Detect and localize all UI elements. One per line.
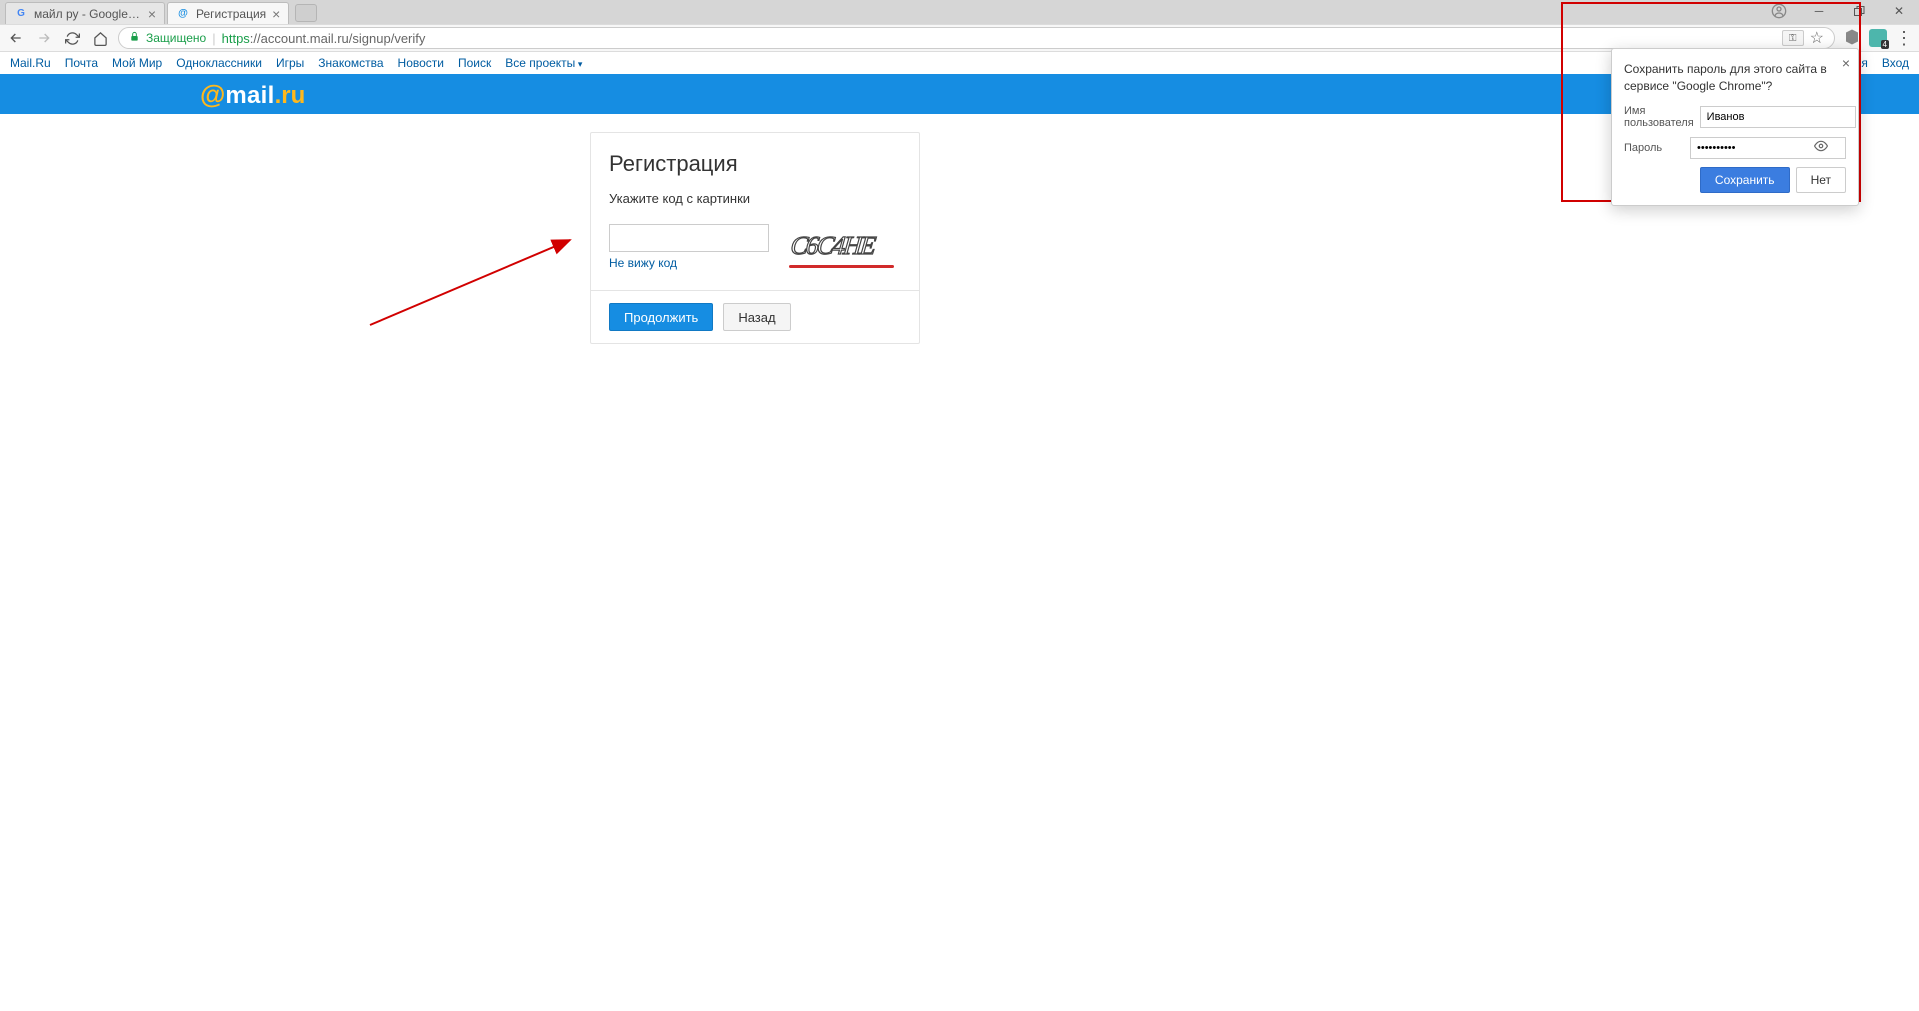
close-icon[interactable]: × <box>148 6 156 22</box>
tab-bar: G майл ру - Google Search × @ Регистраци… <box>0 0 1919 24</box>
back-icon[interactable] <box>6 28 26 48</box>
nav-igry[interactable]: Игры <box>276 56 304 70</box>
eye-icon[interactable] <box>1814 139 1828 156</box>
tab-title: Регистрация <box>196 7 266 21</box>
popup-message: Сохранить пароль для этого сайта в серви… <box>1624 61 1846 95</box>
google-favicon-icon: G <box>14 7 28 21</box>
logo-ru: .ru <box>275 82 306 110</box>
forward-icon <box>34 28 54 48</box>
browser-chrome: G майл ру - Google Search × @ Регистраци… <box>0 0 1919 52</box>
svg-text:C6C4HE: C6C4HE <box>789 231 877 260</box>
no-button[interactable]: Нет <box>1796 167 1846 193</box>
continue-button[interactable]: Продолжить <box>609 303 713 331</box>
minimize-icon[interactable]: ─ <box>1799 0 1839 22</box>
no-code-link[interactable]: Не вижу код <box>609 256 677 270</box>
lock-icon <box>129 31 140 45</box>
save-button[interactable]: Сохранить <box>1700 167 1790 193</box>
logo-mail: mail <box>225 82 274 110</box>
annotation-underline <box>789 265 894 268</box>
nav-mailru[interactable]: Mail.Ru <box>10 56 51 70</box>
mailru-logo[interactable]: @ mail .ru <box>200 79 305 110</box>
tab-google-search[interactable]: G майл ру - Google Search × <box>5 2 165 24</box>
url-field[interactable]: Защищено | https://account.mail.ru/signu… <box>118 27 1835 49</box>
maximize-icon[interactable] <box>1839 0 1879 22</box>
nav-poisk[interactable]: Поиск <box>458 56 491 70</box>
back-button[interactable]: Назад <box>723 303 790 331</box>
username-label: Имя пользователя <box>1624 105 1694 129</box>
nav-novosti[interactable]: Новости <box>398 56 444 70</box>
close-icon[interactable]: × <box>272 6 280 22</box>
bookmark-star-icon[interactable]: ☆ <box>1810 28 1824 48</box>
nav-login[interactable]: Вход <box>1882 56 1909 70</box>
close-icon[interactable]: × <box>1842 55 1850 71</box>
extension-badge-icon[interactable]: 4 <box>1869 29 1887 47</box>
reload-icon[interactable] <box>62 28 82 48</box>
window-controls: ─ ✕ <box>1759 0 1919 22</box>
nav-odnoklassniki[interactable]: Одноклассники <box>176 56 262 70</box>
badge-count: 4 <box>1881 40 1889 49</box>
url-text: https://account.mail.ru/signup/verify <box>222 31 426 46</box>
close-window-icon[interactable]: ✕ <box>1879 0 1919 22</box>
username-input[interactable] <box>1700 106 1856 128</box>
page-title: Регистрация <box>609 151 901 177</box>
save-password-popup: × Сохранить пароль для этого сайта в сер… <box>1611 48 1859 206</box>
subtitle: Укажите код с картинки <box>609 191 901 206</box>
profile-icon[interactable] <box>1759 0 1799 22</box>
secure-label: Защищено <box>146 31 206 45</box>
chrome-menu-icon[interactable]: ⋮ <box>1895 28 1913 49</box>
mailru-favicon-icon: @ <box>176 7 190 21</box>
logo-at-icon: @ <box>200 79 225 110</box>
password-label: Пароль <box>1624 142 1684 154</box>
tab-title: майл ру - Google Search <box>34 7 142 21</box>
nav-moymir[interactable]: Мой Мир <box>112 56 162 70</box>
captcha-input[interactable] <box>609 224 769 252</box>
registration-card: Регистрация Укажите код с картинки Не ви… <box>590 132 920 344</box>
nav-all-projects[interactable]: Все проекты <box>505 56 582 70</box>
nav-znakomstva[interactable]: Знакомства <box>318 56 383 70</box>
new-tab-button[interactable] <box>295 4 317 22</box>
nav-pochta[interactable]: Почта <box>65 56 98 70</box>
tab-registration[interactable]: @ Регистрация × <box>167 2 289 24</box>
extension-icon[interactable] <box>1843 28 1861 49</box>
home-icon[interactable] <box>90 28 110 48</box>
key-icon[interactable]: ⚿ <box>1782 30 1804 46</box>
captcha-image: C6C4HE <box>789 224 899 264</box>
